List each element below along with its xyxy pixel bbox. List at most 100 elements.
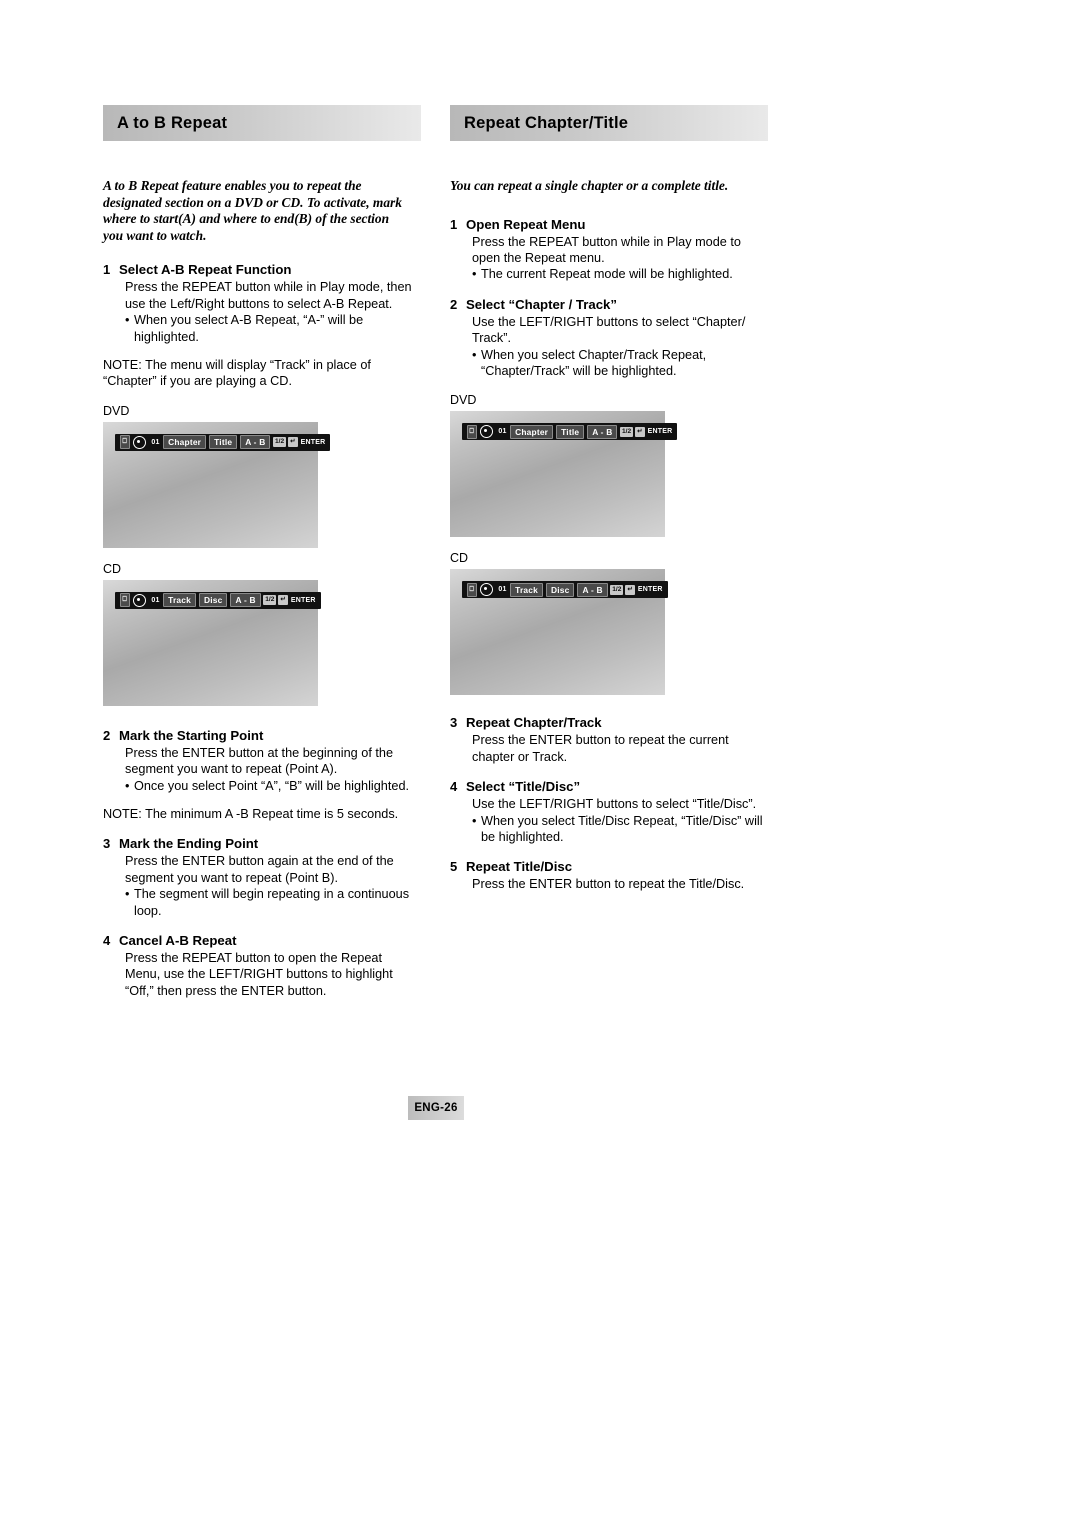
osd-bar: ⎕ 01 Track Disc A - B 1/2 ↵ ENTER bbox=[462, 581, 668, 599]
osd-tag-return: ↵ bbox=[288, 437, 298, 448]
left-intro-text: A to B Repeat feature enables you to rep… bbox=[103, 178, 402, 243]
step-2-heading: 2 Mark the Starting Point bbox=[103, 728, 433, 743]
step-number: 5 bbox=[450, 859, 458, 875]
step-number: 4 bbox=[450, 779, 458, 795]
disc-icon bbox=[133, 593, 147, 607]
osd-tag-return: ↵ bbox=[635, 426, 645, 437]
cd-screen-mockup: ⎕ 01 Track Disc A - B 1/2 ↵ ENTER bbox=[103, 579, 321, 706]
step-3-heading: 3 Repeat Chapter/Track bbox=[450, 715, 780, 730]
step-1-body: Press the REPEAT button while in Play mo… bbox=[472, 234, 741, 265]
osd-enter-label: ENTER bbox=[637, 586, 663, 594]
osd-bar: ⎕ 01 Chapter Title A - B 1/2 ↵ ENTER bbox=[115, 433, 331, 451]
step-4-heading: 4 Cancel A-B Repeat bbox=[103, 933, 433, 948]
repeat-icon: ⎕ bbox=[119, 435, 130, 450]
step-5-heading: 5 Repeat Title/Disc bbox=[450, 859, 780, 874]
step-title: Cancel A-B Repeat bbox=[119, 933, 237, 949]
screen-label-dvd: DVD bbox=[103, 403, 130, 418]
disc-icon bbox=[480, 425, 494, 439]
repeat-icon: ⎕ bbox=[466, 582, 477, 597]
chapter-number: 01 bbox=[498, 428, 507, 436]
step-2-body: Use the LEFT/RIGHT buttons to select “Ch… bbox=[472, 314, 746, 346]
step-1-heading: 1 Open Repeat Menu bbox=[450, 217, 780, 232]
step-2-heading: 2 Select “Chapter / Track” bbox=[450, 297, 780, 312]
step-title: Repeat Chapter/Track bbox=[466, 715, 602, 731]
step-number: 2 bbox=[103, 727, 111, 743]
step-1-bullet: When you select A-B Repeat, “A-” will be… bbox=[125, 312, 426, 345]
osd-item-chapter: Chapter bbox=[510, 424, 554, 439]
screen-label-cd: CD bbox=[103, 561, 122, 576]
section-title: A to B Repeat bbox=[117, 113, 228, 132]
osd-tag-page: 1/2 bbox=[263, 595, 277, 606]
screen-label-dvd: DVD bbox=[450, 393, 477, 408]
step-title: Select “Title/Disc” bbox=[466, 779, 581, 795]
osd-bar: ⎕ 01 Chapter Title A - B 1/2 ↵ ENTER bbox=[462, 423, 678, 441]
step-title: Mark the Starting Point bbox=[119, 727, 264, 743]
page-number-badge: ENG-26 bbox=[408, 1096, 464, 1120]
step-2-body: Press the ENTER button at the beginning … bbox=[125, 745, 394, 777]
step-1-heading: 1 Select A-B Repeat Function bbox=[103, 262, 433, 277]
step-number: 3 bbox=[450, 715, 458, 731]
step-title: Select A-B Repeat Function bbox=[119, 262, 292, 278]
osd-tag-return: ↵ bbox=[625, 584, 635, 595]
osd-enter-label: ENTER bbox=[290, 596, 316, 604]
step-2-bullet: When you select Chapter/Track Repeat, “C… bbox=[472, 347, 773, 380]
osd-item-ab: A - B bbox=[577, 582, 608, 597]
step-5-body: Press the ENTER button to repeat the Tit… bbox=[472, 877, 745, 892]
step-1-body: Press the REPEAT button while in Play mo… bbox=[125, 280, 412, 311]
chapter-number: 01 bbox=[151, 438, 160, 446]
osd-tag-page: 1/2 bbox=[272, 437, 287, 448]
chapter-number: 01 bbox=[498, 586, 507, 594]
section-header-repeat-chapter-title: Repeat Chapter/Title bbox=[450, 105, 768, 141]
osd-item-chapter: Chapter bbox=[163, 435, 207, 450]
step-1-bullet: The current Repeat mode will be highligh… bbox=[472, 266, 773, 283]
repeat-icon: ⎕ bbox=[119, 593, 130, 608]
cd-screen-mockup: ⎕ 01 Track Disc A - B 1/2 ↵ ENTER bbox=[450, 569, 668, 696]
osd-enter-label: ENTER bbox=[647, 428, 673, 436]
step-number: 2 bbox=[450, 296, 458, 312]
step-title: Open Repeat Menu bbox=[466, 216, 586, 232]
step-number: 3 bbox=[103, 836, 111, 852]
step-title: Repeat Title/Disc bbox=[466, 859, 573, 875]
osd-item-title: Title bbox=[209, 435, 238, 450]
step-number: 4 bbox=[103, 933, 111, 949]
screen-label-cd: CD bbox=[450, 551, 469, 566]
disc-icon bbox=[480, 583, 494, 597]
left-column: A to B Repeat feature enables you to rep… bbox=[103, 178, 433, 999]
right-intro-text: You can repeat a single chapter or a com… bbox=[450, 178, 729, 193]
osd-item-disc: Disc bbox=[545, 582, 575, 597]
step-4-body: Use the LEFT/RIGHT buttons to select “Ti… bbox=[472, 797, 757, 812]
osd-item-track: Track bbox=[510, 582, 543, 597]
osd-tag-return: ↵ bbox=[278, 595, 288, 606]
osd-item-disc: Disc bbox=[198, 593, 228, 608]
chapter-number: 01 bbox=[151, 596, 160, 604]
osd-bar: ⎕ 01 Track Disc A - B 1/2 ↵ ENTER bbox=[115, 591, 321, 609]
osd-tag-page: 1/2 bbox=[619, 426, 634, 437]
step-3-bullet: The segment will begin repeating in a co… bbox=[125, 886, 426, 919]
section-header-a-to-b-repeat: A to B Repeat bbox=[103, 105, 421, 141]
step-4-heading: 4 Select “Title/Disc” bbox=[450, 779, 780, 794]
step-3-body: Press the ENTER button to repeat the cur… bbox=[472, 733, 729, 764]
step-4-bullet: When you select Title/Disc Repeat, “Titl… bbox=[472, 813, 773, 846]
disc-icon bbox=[133, 435, 147, 449]
repeat-icon: ⎕ bbox=[466, 424, 477, 439]
step-number: 1 bbox=[450, 216, 458, 232]
step-4-body: Press the REPEAT button to open the Repe… bbox=[125, 951, 393, 998]
step-3-heading: 3 Mark the Ending Point bbox=[103, 836, 433, 851]
note-chapter-track: NOTE: The menu will display “Track” in p… bbox=[103, 358, 371, 389]
osd-item-ab: A - B bbox=[230, 593, 261, 608]
step-title: Mark the Ending Point bbox=[119, 836, 259, 852]
manual-page: A to B Repeat Repeat Chapter/Title A to … bbox=[0, 0, 1080, 1528]
osd-tag-page: 1/2 bbox=[610, 584, 624, 595]
step-number: 1 bbox=[103, 262, 111, 278]
dvd-screen-mockup: ⎕ 01 Chapter Title A - B 1/2 ↵ ENTER bbox=[103, 421, 331, 548]
osd-item-track: Track bbox=[163, 593, 196, 608]
section-title: Repeat Chapter/Title bbox=[464, 113, 629, 132]
right-column: You can repeat a single chapter or a com… bbox=[450, 178, 780, 893]
note-min-time: NOTE: The minimum A -B Repeat time is 5 … bbox=[103, 807, 399, 822]
osd-item-ab: A - B bbox=[587, 424, 618, 439]
step-3-body: Press the ENTER button again at the end … bbox=[125, 854, 394, 885]
step-title: Select “Chapter / Track” bbox=[466, 296, 617, 312]
osd-enter-label: ENTER bbox=[300, 438, 326, 446]
osd-item-title: Title bbox=[556, 424, 585, 439]
osd-item-ab: A - B bbox=[240, 435, 271, 450]
